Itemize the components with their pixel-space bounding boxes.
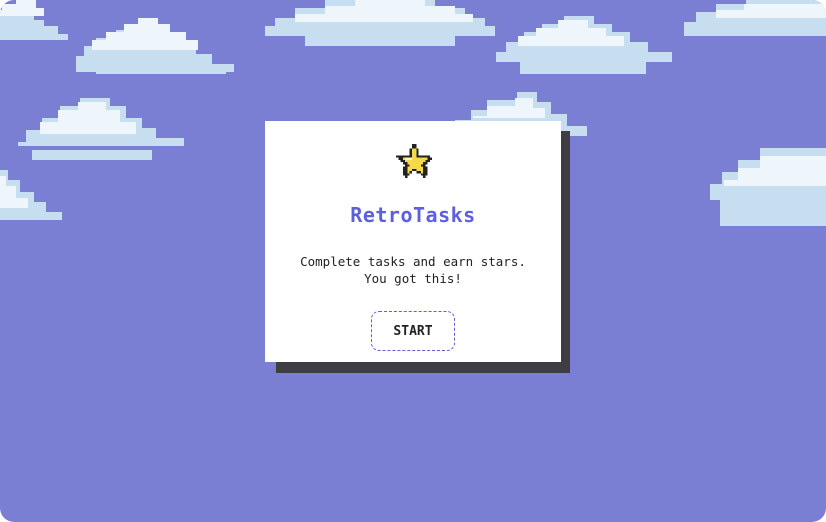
cloud-5 (684, 0, 826, 50)
cloud-9 (710, 142, 826, 226)
cloud-4 (496, 12, 672, 88)
cloud-1 (0, 0, 80, 55)
tagline-line-2: You got this! (364, 271, 462, 286)
star-icon (396, 144, 432, 180)
tagline: Complete tasks and earn stars. You got t… (265, 253, 561, 287)
game-screen: RetroTasks Complete tasks and earn stars… (0, 0, 826, 522)
start-button[interactable]: START (371, 311, 455, 351)
cloud-7 (0, 160, 62, 224)
cloud-2 (76, 10, 248, 90)
cloud-3 (265, 0, 495, 52)
app-title: RetroTasks (350, 203, 476, 227)
start-card: RetroTasks Complete tasks and earn stars… (265, 121, 561, 362)
tagline-line-1: Complete tasks and earn stars. (300, 254, 526, 269)
